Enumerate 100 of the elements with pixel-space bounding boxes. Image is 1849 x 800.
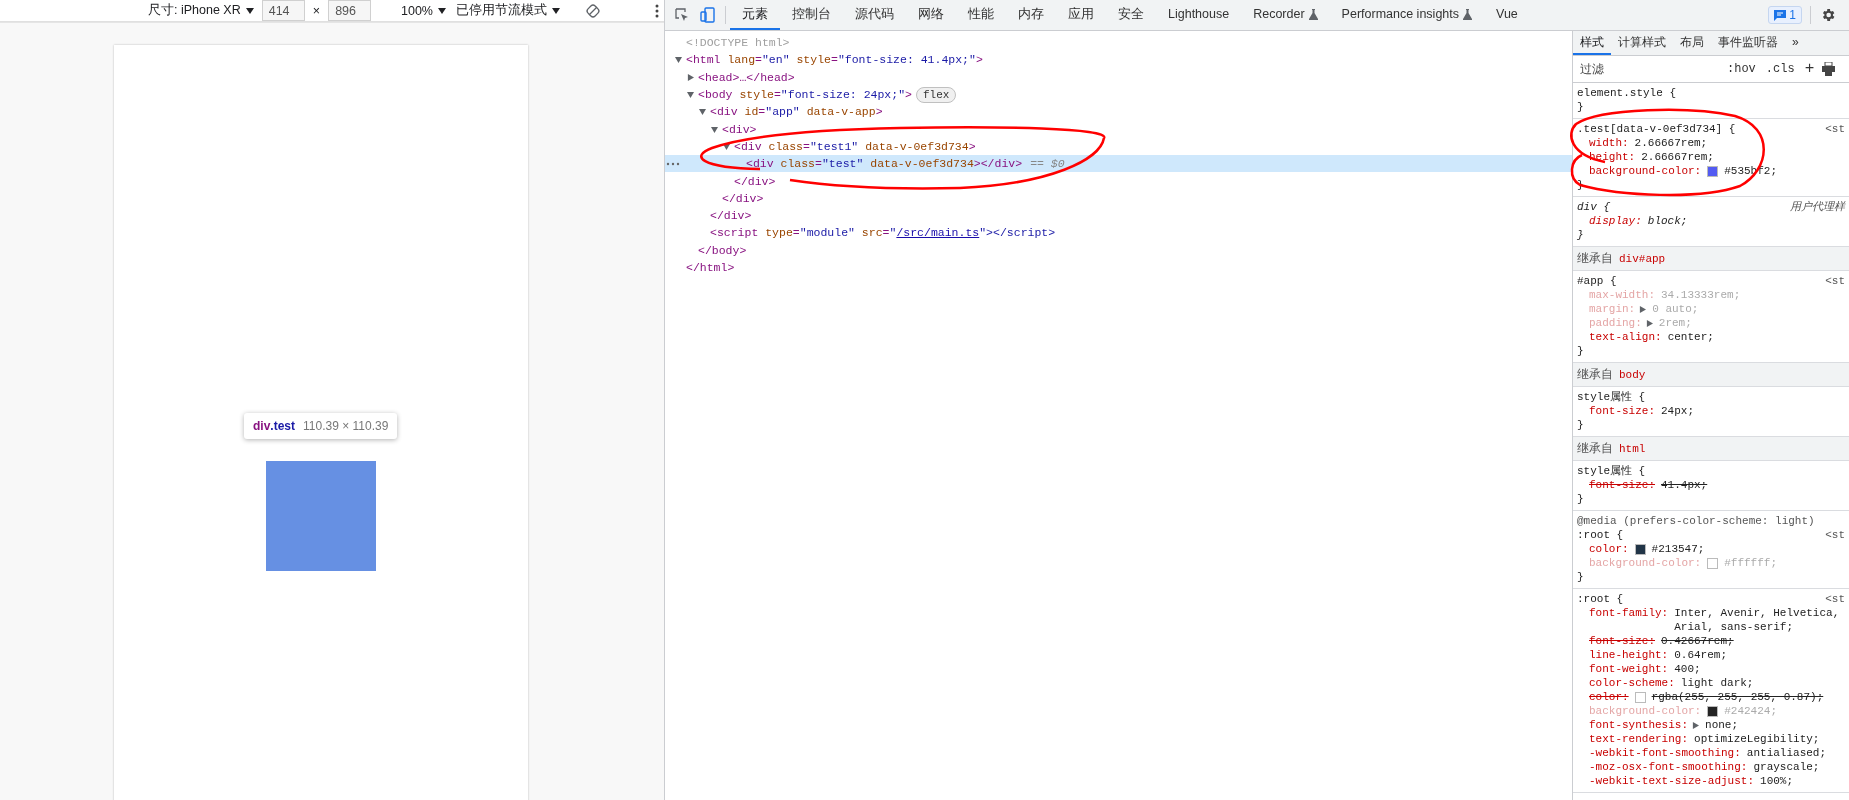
property-value[interactable]: none;	[1705, 718, 1845, 732]
hov-button[interactable]: :hov	[1725, 62, 1758, 76]
property-name[interactable]: height:	[1589, 150, 1636, 164]
property-value[interactable]: 0.64rem;	[1674, 648, 1845, 662]
property-value[interactable]: 2.66667rem;	[1641, 150, 1845, 164]
property-value[interactable]: 100%;	[1760, 774, 1845, 788]
dom-row[interactable]: <head>…</head>	[665, 68, 1572, 86]
color-swatch[interactable]	[1634, 543, 1646, 555]
property-value[interactable]: antialiased;	[1746, 746, 1845, 760]
dom-row[interactable]: <div class="test" data-v-0ef3d734></div> == $0	[665, 155, 1572, 173]
dom-row[interactable]: <div>	[665, 120, 1572, 138]
property-value[interactable]: center;	[1667, 330, 1845, 344]
height-field[interactable]: 896	[328, 0, 372, 21]
css-selector[interactable]: style属性 {	[1577, 464, 1646, 478]
flex-badge[interactable]: flex	[916, 86, 957, 103]
inherited-selector[interactable]: body	[1619, 367, 1646, 382]
property-name[interactable]: -webkit-text-size-adjust:	[1589, 774, 1755, 788]
panel-tab[interactable]: Performance insights	[1329, 0, 1484, 30]
property-name[interactable]: -moz-osx-font-smoothing:	[1589, 760, 1748, 774]
styles-tab[interactable]: 事件监听器	[1711, 31, 1785, 55]
property-name[interactable]: font-weight:	[1589, 662, 1669, 676]
panel-tab[interactable]: 安全	[1106, 0, 1156, 30]
property-name[interactable]: font-size:	[1589, 634, 1655, 648]
more-icon[interactable]	[666, 161, 680, 166]
printer-icon[interactable]	[1822, 62, 1836, 76]
styles-tab[interactable]: 样式	[1573, 31, 1611, 55]
color-swatch[interactable]	[1707, 557, 1719, 569]
property-name[interactable]: line-height:	[1589, 648, 1669, 662]
rule-source[interactable]: 用户代理样	[1790, 200, 1845, 214]
property-name[interactable]: text-align:	[1589, 330, 1662, 344]
more-tabs-button[interactable]: »	[1785, 31, 1806, 55]
panel-tab[interactable]: 控制台	[780, 0, 843, 30]
property-name[interactable]: color-scheme:	[1589, 676, 1675, 690]
expand-triangle-icon[interactable]	[1692, 721, 1700, 729]
property-name[interactable]: font-family:	[1589, 606, 1669, 620]
rule-source[interactable]: <st	[1825, 274, 1845, 288]
rule-source[interactable]: <st	[1825, 528, 1845, 542]
expand-triangle-icon[interactable]	[699, 108, 706, 116]
dom-row[interactable]: <div id="app" data-v-app>	[665, 103, 1572, 121]
rule-source[interactable]: <st	[1825, 122, 1845, 136]
css-selector[interactable]: style属性 {	[1577, 390, 1646, 404]
inherited-selector[interactable]: div#app	[1619, 251, 1666, 266]
cls-button[interactable]: .cls	[1763, 62, 1797, 76]
css-selector[interactable]: element.style {	[1577, 86, 1677, 100]
zoom-dropdown[interactable]: 100%	[399, 1, 448, 20]
css-selector[interactable]: div {	[1577, 200, 1610, 214]
property-value[interactable]: grayscale;	[1753, 760, 1845, 774]
panel-tab[interactable]: 性能	[956, 0, 1006, 30]
expand-triangle-icon[interactable]	[711, 125, 718, 133]
dom-row[interactable]: <html lang="en" style="font-size: 41.4px;">	[665, 51, 1572, 69]
color-swatch[interactable]	[1634, 691, 1646, 703]
dom-row[interactable]: <script type="module" src="/src/main.ts"></script>	[665, 224, 1572, 242]
property-value[interactable]: Inter, Avenir, Helvetica, Arial, sans-serif;	[1674, 606, 1845, 634]
property-value[interactable]: optimizeLegibility;	[1694, 732, 1845, 746]
panel-tab[interactable]: Vue	[1484, 0, 1530, 30]
property-name[interactable]: background-color:	[1589, 164, 1702, 178]
expand-triangle-icon[interactable]	[687, 73, 694, 81]
width-field[interactable]: 414	[261, 0, 305, 21]
expand-triangle-icon[interactable]	[687, 91, 694, 99]
property-value[interactable]: 400;	[1674, 662, 1845, 676]
color-swatch[interactable]	[1707, 705, 1719, 717]
panel-tab[interactable]: Lighthouse	[1156, 0, 1242, 30]
styles-tab[interactable]: 计算样式	[1611, 31, 1673, 55]
property-name[interactable]: display:	[1589, 214, 1642, 228]
new-rule-button[interactable]: +	[1802, 60, 1817, 78]
property-name[interactable]: font-synthesis:	[1589, 718, 1689, 732]
property-name[interactable]: text-rendering:	[1589, 732, 1689, 746]
property-name[interactable]: font-size:	[1589, 404, 1655, 418]
panel-tab[interactable]: Recorder	[1241, 0, 1330, 30]
panel-tab[interactable]: 应用	[1056, 0, 1106, 30]
color-swatch[interactable]	[1707, 165, 1719, 177]
css-selector[interactable]: .test[data-v-0ef3d734] {	[1577, 122, 1736, 136]
throttling-dropdown[interactable]: 已停用节流模式	[454, 0, 562, 21]
expand-triangle-icon[interactable]	[723, 142, 730, 150]
css-selector[interactable]: #app {	[1577, 274, 1617, 288]
source-link[interactable]: /src/main.ts	[896, 226, 980, 240]
dom-row[interactable]: <body style="font-size: 24px;"> flex	[665, 85, 1572, 104]
property-value[interactable]: block;	[1647, 214, 1845, 228]
css-selector[interactable]: :root {	[1577, 592, 1624, 606]
property-value[interactable]: light dark;	[1680, 676, 1845, 690]
rule-source[interactable]: <st	[1825, 592, 1845, 606]
property-name[interactable]: width:	[1589, 136, 1629, 150]
property-value[interactable]: rgba(255, 255, 255, 0.87);	[1651, 690, 1845, 704]
css-selector[interactable]: :root {	[1577, 528, 1624, 542]
property-value[interactable]: 41.4px;	[1661, 478, 1845, 492]
property-name[interactable]: color:	[1589, 690, 1629, 704]
property-value[interactable]: 24px;	[1661, 404, 1845, 418]
issues-button[interactable]: 1	[1768, 6, 1802, 24]
inherited-selector[interactable]: html	[1619, 441, 1646, 456]
property-value[interactable]: #213547;	[1651, 542, 1845, 556]
property-value[interactable]: 0.42667rem;	[1661, 634, 1845, 648]
styles-tab[interactable]: 布局	[1673, 31, 1711, 55]
panel-tab[interactable]: 源代码	[843, 0, 906, 30]
dom-row[interactable]: <div class="test1" data-v-0ef3d734>	[665, 137, 1572, 156]
property-name[interactable]: font-size:	[1589, 478, 1655, 492]
panel-tab[interactable]: 内存	[1006, 0, 1056, 30]
device-dropdown[interactable]: 尺寸: iPhone XR	[146, 0, 256, 21]
property-name[interactable]: -webkit-font-smoothing:	[1589, 746, 1741, 760]
expand-triangle-icon[interactable]	[675, 56, 682, 64]
panel-tab[interactable]: 网络	[906, 0, 956, 30]
